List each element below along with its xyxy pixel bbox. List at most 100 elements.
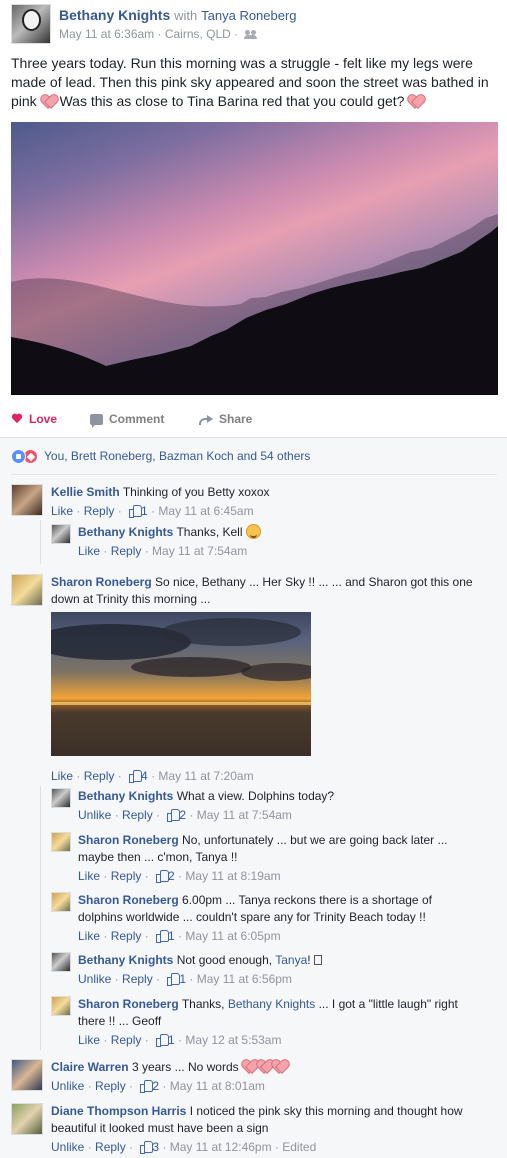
reply-link[interactable]: Reply xyxy=(95,1079,126,1093)
like-link[interactable]: Like xyxy=(78,929,100,943)
post-text-part2: Was this as close to Tina Barina red tha… xyxy=(55,93,409,109)
thumbs-up-icon xyxy=(140,1080,154,1093)
author-name-link[interactable]: Bethany Knights xyxy=(59,7,170,23)
reply-meta: Unlike · Reply · 2 · May 11 at 7:54am xyxy=(78,808,292,822)
like-link[interactable]: Like xyxy=(51,504,73,518)
avatar[interactable] xyxy=(11,574,43,606)
avatar[interactable] xyxy=(11,1059,43,1091)
reply-author[interactable]: Sharon Roneberg xyxy=(78,833,179,847)
comment-author[interactable]: Claire Warren xyxy=(51,1060,129,1074)
reply-time[interactable]: May 11 at 8:19am xyxy=(185,869,280,883)
like-link[interactable]: Like xyxy=(78,544,100,558)
avatar[interactable] xyxy=(11,1103,43,1135)
with-label: with xyxy=(174,8,198,23)
sunset-clouds xyxy=(51,618,311,705)
reply-text: What a view. Dolphins today? xyxy=(176,789,335,803)
friends-audience-icon[interactable] xyxy=(243,30,257,40)
like-link[interactable]: Like xyxy=(78,1033,100,1047)
like-count[interactable]: 1 xyxy=(179,972,186,986)
comment-author[interactable]: Kellie Smith xyxy=(51,485,120,499)
divider xyxy=(11,474,497,475)
love-button[interactable]: Love xyxy=(11,412,57,426)
reactions-text[interactable]: You, Brett Roneberg, Bazman Koch and 54 … xyxy=(44,449,310,463)
like-count[interactable]: 1 xyxy=(168,929,175,943)
reply-time[interactable]: May 11 at 6:05pm xyxy=(185,929,280,943)
like-link[interactable]: Unlike xyxy=(78,972,111,986)
post-header: Bethany Knights with Tanya Roneberg May … xyxy=(11,4,501,46)
comment-meta: Unlike · Reply · 3 · May 11 at 12:46pm ·… xyxy=(51,1140,317,1154)
like-count[interactable]: 1 xyxy=(168,1033,175,1047)
thumbs-up-icon xyxy=(156,930,170,943)
pink-sky-photo[interactable] xyxy=(11,122,498,395)
reply-body: Sharon Roneberg No, unfortunately ... bu… xyxy=(78,832,478,884)
love-label: Love xyxy=(29,412,58,426)
like-link[interactable]: Like xyxy=(78,869,100,883)
reply-text: ! xyxy=(307,953,314,967)
comment-author[interactable]: Sharon Roneberg xyxy=(51,575,152,589)
like-count[interactable]: 3 xyxy=(152,1140,159,1154)
facebook-post: Bethany Knights with Tanya Roneberg May … xyxy=(0,0,507,1158)
reply-link[interactable]: Reply xyxy=(122,808,153,822)
reactions-summary[interactable]: You, Brett Roneberg, Bazman Koch and 54 … xyxy=(11,448,310,464)
comment-label: Comment xyxy=(109,412,165,426)
reply-author[interactable]: Sharon Roneberg xyxy=(78,893,179,907)
avatar[interactable] xyxy=(51,788,71,808)
heart-emoji-icon xyxy=(408,94,423,108)
trinity-sunset-photo[interactable] xyxy=(51,612,311,756)
thumbs-up-icon xyxy=(167,973,181,986)
reply-author[interactable]: Bethany Knights xyxy=(78,789,173,803)
reply-time[interactable]: May 11 at 7:54am xyxy=(197,808,292,822)
avatar[interactable] xyxy=(51,892,71,912)
reply-time[interactable]: May 11 at 7:54am xyxy=(152,544,247,558)
reply-link[interactable]: Reply xyxy=(111,1033,142,1047)
like-link[interactable]: Unlike xyxy=(51,1079,84,1093)
comment-text: 3 years ... No words xyxy=(131,1060,242,1074)
reply-time[interactable]: May 12 at 5:53am xyxy=(185,1033,281,1047)
reply-link[interactable]: Reply xyxy=(95,1140,126,1154)
comment-time[interactable]: May 11 at 7:20am xyxy=(158,769,253,783)
mention-link[interactable]: Bethany Knights xyxy=(228,997,315,1011)
share-button[interactable]: Share xyxy=(198,412,252,426)
like-count[interactable]: 2 xyxy=(168,869,175,883)
post-timestamp[interactable]: May 11 at 6:36am · Cairns, QLD · xyxy=(59,27,238,41)
like-link[interactable]: Unlike xyxy=(51,1140,84,1154)
avatar[interactable] xyxy=(11,484,43,516)
reply-author[interactable]: Bethany Knights xyxy=(78,953,173,967)
reply-text: Thanks, Kell xyxy=(176,525,246,539)
like-link[interactable]: Unlike xyxy=(78,808,111,822)
reply-link[interactable]: Reply xyxy=(111,869,142,883)
comment-meta: Like · Reply · 4 · May 11 at 7:20am xyxy=(51,769,254,783)
avatar[interactable] xyxy=(51,524,71,544)
avatar[interactable] xyxy=(51,952,71,972)
share-icon xyxy=(198,414,213,425)
post-meta: May 11 at 6:36am · Cairns, QLD · xyxy=(59,27,257,41)
comment-time[interactable]: May 11 at 8:01am xyxy=(170,1079,265,1093)
avatar[interactable] xyxy=(51,832,71,852)
comment-text: Thinking of you Betty xoxox xyxy=(122,485,270,499)
reply-link[interactable]: Reply xyxy=(111,929,142,943)
reply-link[interactable]: Reply xyxy=(111,544,142,558)
like-link[interactable]: Like xyxy=(51,769,73,783)
thumbs-up-icon xyxy=(167,809,181,822)
comment-button[interactable]: Comment xyxy=(90,412,165,428)
mention-link[interactable]: Tanya xyxy=(275,953,307,967)
reply-link[interactable]: Reply xyxy=(84,504,115,518)
reply-link[interactable]: Reply xyxy=(84,769,115,783)
reply-author[interactable]: Bethany Knights xyxy=(78,525,173,539)
reply-link[interactable]: Reply xyxy=(122,972,153,986)
reply-meta: Like · Reply · 1 · May 12 at 5:53am xyxy=(78,1033,282,1047)
like-count[interactable]: 2 xyxy=(152,1079,159,1093)
tagged-friend-link[interactable]: Tanya Roneberg xyxy=(201,8,296,23)
like-count[interactable]: 4 xyxy=(141,769,148,783)
reply-time[interactable]: May 11 at 6:56pm xyxy=(197,972,292,986)
share-label: Share xyxy=(219,412,253,426)
comment-time[interactable]: May 11 at 12:46pm · Edited xyxy=(170,1140,317,1154)
like-count[interactable]: 1 xyxy=(141,504,148,518)
reply-author[interactable]: Sharon Roneberg xyxy=(78,997,179,1011)
avatar[interactable] xyxy=(51,996,71,1016)
comment-time[interactable]: May 11 at 6:45am xyxy=(158,504,253,518)
author-avatar[interactable] xyxy=(11,4,51,44)
comment-author[interactable]: Diane Thompson Harris xyxy=(51,1104,186,1118)
heart-emoji-icon xyxy=(242,1059,257,1073)
like-count[interactable]: 2 xyxy=(179,808,186,822)
